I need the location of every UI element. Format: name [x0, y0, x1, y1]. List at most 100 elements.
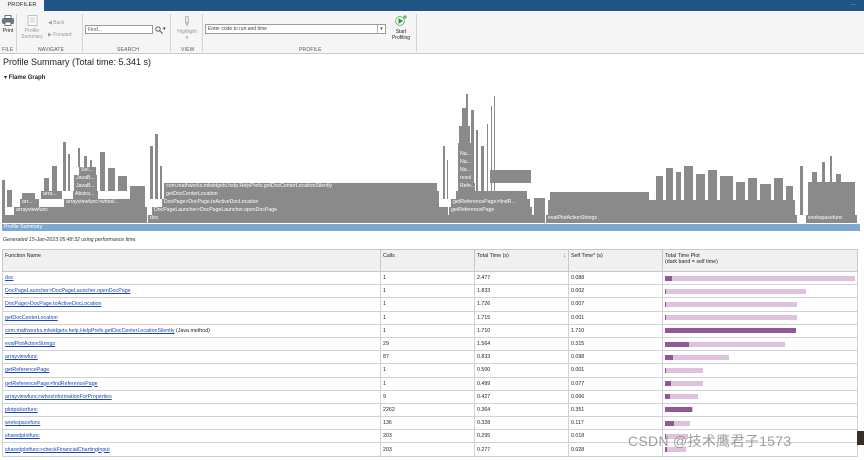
flame-block[interactable]: [490, 170, 532, 183]
flame-block[interactable]: [2, 180, 6, 215]
table-row[interactable]: DocPageLauncher>DocPageLauncher.openDocP…: [2, 284, 858, 299]
header-total-time-plot[interactable]: Total Time Plot (dark band = self time): [662, 249, 858, 272]
find-input[interactable]: Find...: [85, 25, 153, 34]
function-link[interactable]: getReferencePage: [5, 367, 49, 373]
flame-block[interactable]: [548, 200, 796, 215]
forward-button[interactable]: ▶ Forward: [48, 32, 72, 38]
flame-block[interactable]: [748, 178, 758, 200]
flame-block[interactable]: [471, 110, 475, 183]
flame-block[interactable]: [676, 172, 682, 200]
flame-block[interactable]: [7, 190, 13, 207]
flame-block[interactable]: [830, 156, 833, 182]
print-button[interactable]: Print: [1, 15, 15, 34]
flame-block[interactable]: [130, 186, 146, 207]
function-link[interactable]: getReferencePage>findReferencePage: [5, 381, 98, 387]
flame-block[interactable]: [822, 162, 826, 182]
profile-summary-button[interactable]: Profile Summary: [19, 15, 45, 40]
flame-block[interactable]: [800, 166, 804, 215]
header-calls[interactable]: Calls: [380, 249, 475, 272]
highlight-button[interactable]: Highlight ▾: [175, 16, 199, 41]
flame-block[interactable]: [708, 170, 718, 200]
corner-thumbnail: [857, 431, 864, 445]
flame-block[interactable]: [462, 108, 469, 126]
flame-block[interactable]: [459, 126, 471, 143]
search-dropdown-icon[interactable]: ▾: [163, 26, 166, 32]
function-link[interactable]: plotpickerfunc: [5, 407, 38, 413]
profile-summary-bar[interactable]: Profile Summary: [2, 224, 860, 231]
flame-block[interactable]: [786, 186, 794, 200]
search-icon[interactable]: [155, 26, 163, 34]
flame-block[interactable]: [774, 178, 784, 200]
flame-block[interactable]: [160, 166, 163, 199]
flame-block[interactable]: [155, 134, 159, 199]
flame-block[interactable]: [456, 191, 528, 199]
table-row[interactable]: getDocCenterLocation 1 1.715 0.001: [2, 310, 858, 325]
tab-profiler[interactable]: PROFILER: [0, 0, 44, 11]
flame-block[interactable]: [736, 182, 746, 200]
table-row[interactable]: evalPlotActionStrings 29 1.564 0.315: [2, 336, 858, 352]
table-row[interactable]: arrayviewfunc 87 0.833 0.098: [2, 350, 858, 365]
flame-block[interactable]: [696, 174, 706, 200]
flame-block[interactable]: [808, 182, 856, 215]
header-function-name[interactable]: Function Name: [2, 249, 381, 272]
back-button[interactable]: ◀ Back: [48, 20, 64, 26]
function-link[interactable]: workspacefunc: [5, 420, 40, 426]
flame-block[interactable]: [836, 174, 842, 182]
header-total-time[interactable]: Total Time (s) ↓: [474, 249, 569, 272]
flame-block[interactable]: [118, 176, 128, 191]
function-link[interactable]: sharedplotfunc>checkFinancialChartingInp…: [5, 447, 110, 453]
flame-block[interactable]: [68, 154, 71, 191]
flame-block[interactable]: [487, 124, 489, 191]
function-link[interactable]: evalPlotActionStrings: [5, 341, 55, 347]
flame-block[interactable]: [100, 152, 106, 191]
function-link[interactable]: getDocCenterLocation: [5, 315, 58, 321]
function-link[interactable]: com.mathworks.mlwidgets.help.HelpPrefs.g…: [5, 328, 175, 334]
flame-block[interactable]: [108, 168, 116, 191]
flame-block[interactable]: [44, 178, 50, 191]
flame-block[interactable]: [84, 156, 88, 167]
table-row[interactable]: getReferencePage 1 0.500 0.001: [2, 363, 858, 378]
header-self-time[interactable]: Self Time* (s): [568, 249, 663, 272]
table-row[interactable]: DocPage>DocPage.toActiveDocLocation 1 1.72…: [2, 297, 858, 312]
function-link[interactable]: DocPage>DocPage.toActiveDocLocation: [5, 301, 101, 307]
function-link[interactable]: arrayviewfunc: [5, 354, 38, 360]
flame-block[interactable]: [150, 146, 154, 199]
code-input[interactable]: Enter code to run and time ▾: [205, 24, 386, 34]
flame-block[interactable]: [720, 176, 734, 200]
flame-block[interactable]: [22, 193, 36, 199]
table-row[interactable]: workspacefunc 136 0.328 0.117: [2, 416, 858, 431]
flame-block[interactable]: [2, 215, 148, 223]
flame-block[interactable]: [534, 198, 546, 215]
code-dropdown-icon[interactable]: ▾: [377, 25, 385, 33]
total-time-plot-cell: [662, 284, 858, 299]
flame-block[interactable]: [447, 160, 449, 199]
flame-block[interactable]: [666, 168, 674, 200]
flame-block[interactable]: [52, 166, 58, 191]
function-link[interactable]: DocPageLauncher>DocPageLauncher.openDocP…: [5, 288, 131, 294]
table-row[interactable]: plotpickerfunc 2262 0.364 0.351: [2, 402, 858, 418]
flame-block[interactable]: [458, 143, 472, 151]
table-row[interactable]: arrayviewfunc>whosInformationForProperti…: [2, 389, 858, 404]
flame-block[interactable]: [63, 142, 67, 191]
flame-block[interactable]: [90, 160, 93, 167]
calls-cell: 1: [380, 363, 475, 378]
function-link[interactable]: arrayviewfunc>whosInformationForProperti…: [5, 394, 112, 400]
function-link[interactable]: doc: [5, 275, 14, 281]
flame-block[interactable]: [481, 146, 485, 191]
flame-block[interactable]: [476, 130, 479, 191]
function-link[interactable]: sharedplotfunc: [5, 433, 40, 439]
flame-block[interactable]: [684, 166, 694, 200]
flame-block[interactable]: [812, 172, 818, 182]
more-options-icon[interactable]: ···: [850, 2, 856, 8]
flame-block[interactable]: [443, 146, 446, 199]
flame-block[interactable]: [760, 184, 772, 200]
table-row[interactable]: getReferencePage>findReferencePage 1 0.499…: [2, 376, 858, 391]
table-row[interactable]: com.mathworks.mlwidgets.help.HelpPrefs.g…: [2, 323, 858, 338]
table-row[interactable]: doc 1 2.477 0.088: [2, 270, 858, 286]
flame-graph-header[interactable]: ▾ Flame Graph: [4, 74, 45, 81]
flame-block[interactable]: [656, 176, 664, 200]
start-profiling-button[interactable]: Start Profiling: [389, 15, 413, 41]
flame-block[interactable]: [78, 148, 81, 167]
flame-block[interactable]: [466, 94, 469, 108]
flame-block[interactable]: [550, 192, 650, 200]
